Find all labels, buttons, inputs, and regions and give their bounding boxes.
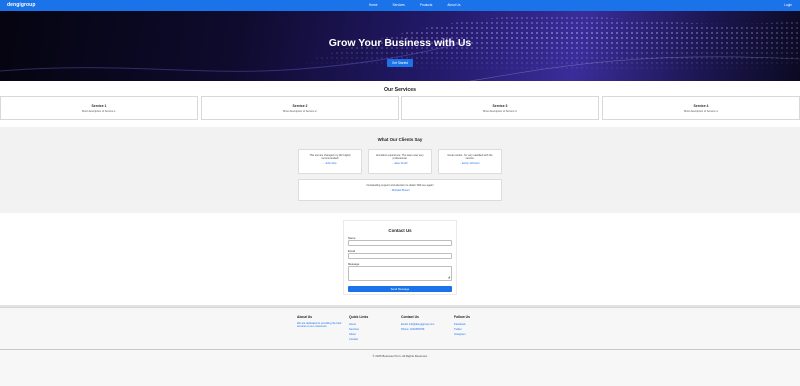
services-heading: Our Services — [383, 87, 416, 93]
testimonial-card-4: Outstanding support and attention to det… — [298, 179, 502, 201]
site-footer: About Us We are dedicated to providing t… — [0, 305, 800, 386]
service-card-4[interactable]: Service 4 Short description of Service 4… — [602, 96, 800, 120]
nav-links: Home Services Products About Us — [369, 3, 475, 7]
testimonial-quote: Great results. I'm very satisfied with t… — [447, 154, 493, 161]
testimonial-card-1: This service changed my life! Highly rec… — [298, 149, 362, 174]
contact-form: Contact Us Name Email Message ◢ Send Mes… — [343, 220, 457, 295]
email-field[interactable] — [348, 253, 452, 259]
service-card-1[interactable]: Service 1 Short description of Service 1… — [0, 96, 198, 120]
hero-banner: Grow Your Business with Us Get Started — [0, 11, 800, 81]
footer-contact-heading: Contact Us — [401, 315, 419, 319]
navbar: dengigroup Home Services Products About … — [0, 0, 800, 11]
testimonial-quote: Excellent experience. The team was very … — [376, 154, 424, 161]
footer-about-heading: About Us — [297, 315, 313, 319]
footer-link-contact[interactable]: Contact — [349, 337, 368, 342]
service-name: Service 3 — [492, 104, 508, 108]
resize-handle-icon[interactable]: ◢ — [448, 276, 450, 279]
testimonial-card-3: Great results. I'm very satisfied with t… — [438, 149, 502, 174]
hero-title: Grow Your Business with Us — [328, 37, 472, 49]
send-message-button[interactable]: Send Message — [348, 286, 452, 292]
service-name: Service 1 — [91, 104, 107, 108]
footer-about: About Us We are dedicated to providing t… — [297, 315, 347, 329]
brand-logo[interactable]: dengigroup — [7, 2, 36, 8]
footer-divider — [0, 349, 800, 350]
testimonials-heading: What Our Clients Say — [377, 137, 423, 142]
get-started-button[interactable]: Get Started — [387, 59, 413, 67]
footer-contact-phone: Phone: 0123456789 — [401, 328, 425, 331]
testimonial-author: - John Doe — [323, 162, 337, 166]
footer-follow-heading: Follow Us — [454, 315, 471, 319]
footer-about-text: We are dedicated to providing the best s… — [297, 322, 342, 329]
nav-link-products[interactable]: Products — [420, 3, 433, 7]
login-link[interactable]: Login — [784, 3, 792, 7]
footer-quick-links: Quick Links Home Services About Contact — [349, 315, 368, 342]
testimonial-quote: Outstanding support and attention to det… — [366, 184, 434, 187]
testimonial-author: - Michael Brown — [390, 188, 410, 192]
testimonial-author: - Jane Smith — [392, 162, 408, 166]
footer-follow: Follow Us Facebook Twitter Instagram — [454, 315, 470, 337]
nav-link-about[interactable]: About Us — [447, 3, 460, 7]
footer-top-border — [0, 307, 800, 308]
service-description: Short description of Service 4. — [683, 110, 719, 113]
footer-link-instagram[interactable]: Instagram — [454, 332, 470, 337]
testimonial-quote: This service changed my life! Highly rec… — [309, 154, 351, 161]
service-name: Service 2 — [292, 104, 308, 108]
service-description: Short description of Service 1. — [81, 110, 117, 113]
footer-contact: Contact Us Email: info@dengigroup.com Ph… — [401, 315, 434, 332]
service-card-3[interactable]: Service 3 Short description of Service 3… — [401, 96, 599, 120]
service-description: Short description of Service 3. — [482, 110, 518, 113]
testimonial-author: - Emily Johnson — [460, 162, 480, 166]
testimonials-section: What Our Clients Say This service change… — [0, 127, 800, 213]
copyright-text: © 2025 Business Pro's. All Rights Reserv… — [372, 354, 428, 358]
service-description: Short description of Service 2. — [282, 110, 318, 113]
footer-quick-links-heading: Quick Links — [349, 315, 369, 319]
testimonial-card-2: Excellent experience. The team was very … — [368, 149, 432, 174]
nav-link-home[interactable]: Home — [369, 3, 378, 7]
name-field[interactable] — [348, 240, 452, 246]
message-field[interactable]: ◢ — [348, 266, 452, 281]
contact-heading: Contact Us — [388, 228, 412, 233]
service-name: Service 4 — [693, 104, 709, 108]
service-card-2[interactable]: Service 2 Short description of Service 2… — [201, 96, 399, 120]
nav-link-services[interactable]: Services — [393, 3, 405, 7]
